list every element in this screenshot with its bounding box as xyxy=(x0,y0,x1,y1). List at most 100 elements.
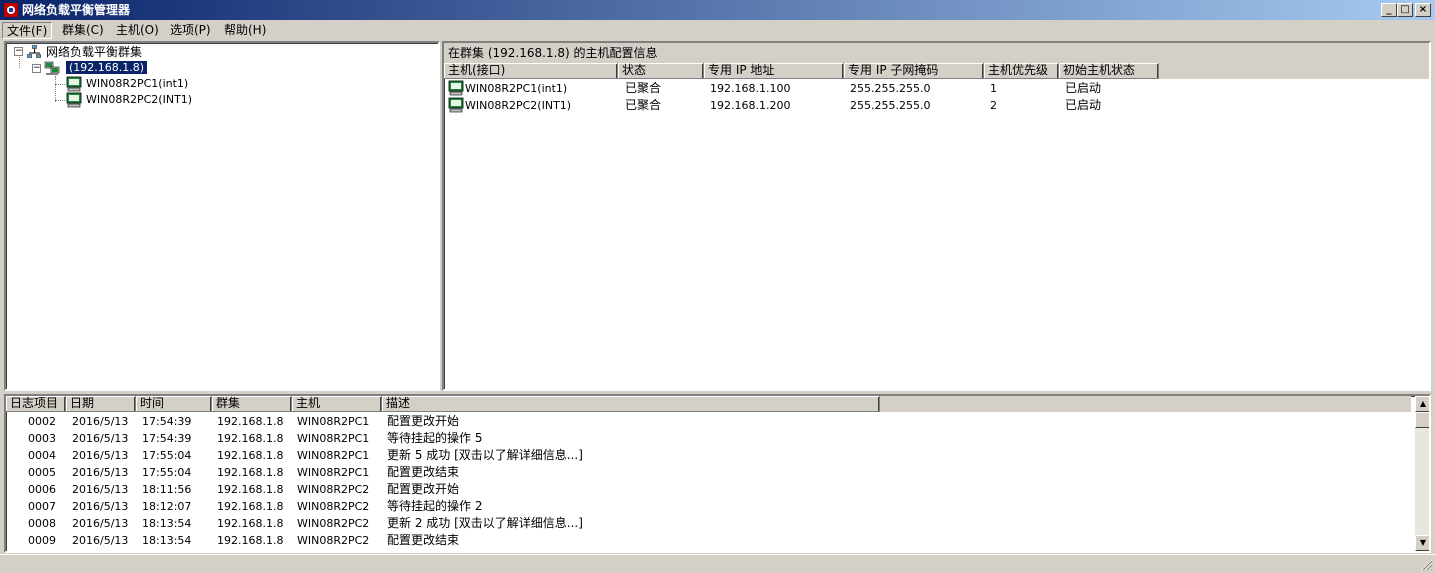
log-cluster: 192.168.1.8 xyxy=(217,517,284,530)
log-host: WIN08R2PC1 xyxy=(297,466,370,479)
title-bar[interactable]: 网络负载平衡管理器 _ □ × xyxy=(0,0,1435,20)
col-host[interactable]: 主机 xyxy=(292,396,382,412)
log-date: 2016/5/13 xyxy=(72,483,129,496)
host-status: 已聚合 xyxy=(625,81,662,95)
log-description: 配置更改开始 xyxy=(387,414,460,428)
log-entry-id: 0002 xyxy=(28,415,56,428)
menu-help[interactable]: 帮助(H) xyxy=(220,22,270,39)
log-entry-id: 0003 xyxy=(28,432,56,445)
log-host: WIN08R2PC2 xyxy=(297,534,370,547)
host-computer-icon xyxy=(66,76,82,92)
host-computer-icon xyxy=(448,97,464,113)
host-row[interactable]: WIN08R2PC1(int1) 已聚合 192.168.1.100 255.2… xyxy=(444,80,1429,97)
col-cluster[interactable]: 群集 xyxy=(212,396,292,412)
menu-host[interactable]: 主机(O) xyxy=(112,22,163,39)
log-row[interactable]: 0005 2016/5/13 17:55:04 192.168.1.8 WIN08R2P… xyxy=(6,464,1411,481)
host-initial-state: 已启动 xyxy=(1065,81,1102,95)
log-host: WIN08R2PC1 xyxy=(297,432,370,445)
log-row[interactable]: 0004 2016/5/13 17:55:04 192.168.1.8 WIN08R2P… xyxy=(6,447,1411,464)
log-cluster: 192.168.1.8 xyxy=(217,415,284,428)
log-description: 配置更改结束 xyxy=(387,533,460,547)
tree-host-2-label[interactable]: WIN08R2PC2(INT1) xyxy=(86,92,192,108)
tree-collapse-cluster-icon[interactable]: − xyxy=(32,64,41,73)
maximize-button[interactable]: □ xyxy=(1397,3,1413,17)
cluster-icon xyxy=(44,61,60,75)
col-time[interactable]: 时间 xyxy=(136,396,212,412)
host-computer-icon xyxy=(448,80,464,96)
host-dedicated-ip: 192.168.1.200 xyxy=(710,99,791,112)
log-date: 2016/5/13 xyxy=(72,500,129,513)
log-time: 18:13:54 xyxy=(142,517,192,530)
log-description: 配置更改结束 xyxy=(387,465,460,479)
log-row[interactable]: 0003 2016/5/13 17:54:39 192.168.1.8 WIN08R2P… xyxy=(6,430,1411,447)
log-cluster: 192.168.1.8 xyxy=(217,483,284,496)
minimize-button[interactable]: _ xyxy=(1381,3,1397,17)
log-list-header: 日志项目 日期 时间 群集 主机 描述 xyxy=(6,396,1411,412)
col-status[interactable]: 状态 xyxy=(618,63,704,79)
log-row[interactable]: 0007 2016/5/13 18:12:07 192.168.1.8 WIN08R2P… xyxy=(6,498,1411,515)
log-entry-id: 0006 xyxy=(28,483,56,496)
log-entry-id: 0007 xyxy=(28,500,56,513)
log-time: 18:11:56 xyxy=(142,483,192,496)
log-date: 2016/5/13 xyxy=(72,449,129,462)
scroll-down-button[interactable]: ▼ xyxy=(1415,535,1429,551)
menu-file[interactable]: 文件(F) xyxy=(2,22,53,39)
log-host: WIN08R2PC1 xyxy=(297,415,370,428)
log-entry-id: 0008 xyxy=(28,517,56,530)
close-button[interactable]: × xyxy=(1415,3,1431,17)
log-description: 等待挂起的操作 5 xyxy=(387,431,483,445)
tree-cluster-label: (192.168.1.8) xyxy=(64,60,149,75)
app-icon xyxy=(4,3,18,17)
col-host-interface[interactable]: 主机(接口) xyxy=(444,63,618,79)
menu-cluster[interactable]: 群集(C) xyxy=(58,22,108,39)
log-cluster: 192.168.1.8 xyxy=(217,500,284,513)
col-description[interactable]: 描述 xyxy=(382,396,880,412)
log-row[interactable]: 0009 2016/5/13 18:13:54 192.168.1.8 WIN08R2P… xyxy=(6,532,1411,549)
tree-connector xyxy=(19,57,20,68)
col-date[interactable]: 日期 xyxy=(66,396,136,412)
host-priority: 1 xyxy=(990,82,997,95)
log-description: 更新 5 成功 [双击以了解详细信息...] xyxy=(387,448,583,462)
scroll-thumb[interactable] xyxy=(1415,412,1429,428)
col-log-entry[interactable]: 日志项目 xyxy=(6,396,66,412)
log-date: 2016/5/13 xyxy=(72,432,129,445)
col-dedicated-ip[interactable]: 专用 IP 地址 xyxy=(704,63,844,79)
host-list-header: 主机(接口) 状态 专用 IP 地址 专用 IP 子网掩码 主机优先级 初始主机… xyxy=(444,63,1429,79)
host-computer-icon xyxy=(66,92,82,108)
log-row[interactable]: 0002 2016/5/13 17:54:39 192.168.1.8 WIN08R2P… xyxy=(6,413,1411,430)
host-dedicated-ip: 192.168.1.100 xyxy=(710,82,791,95)
tree-connector xyxy=(55,100,65,101)
log-time: 17:54:39 xyxy=(142,415,192,428)
log-host: WIN08R2PC1 xyxy=(297,449,370,462)
col-initial-state[interactable]: 初始主机状态 xyxy=(1059,63,1159,79)
resize-grip-icon[interactable] xyxy=(1421,559,1433,571)
scroll-up-button[interactable]: ▲ xyxy=(1415,396,1429,412)
cluster-tree-pane: − 网络负载平衡群集 − (192.168.1.8) WIN08R2PC1(in… xyxy=(4,41,440,391)
host-name: WIN08R2PC2(INT1) xyxy=(465,99,572,112)
status-bar xyxy=(0,554,1435,573)
tree-root-label[interactable]: 网络负载平衡群集 xyxy=(46,44,142,60)
log-host: WIN08R2PC2 xyxy=(297,483,370,496)
col-subnet-mask[interactable]: 专用 IP 子网掩码 xyxy=(844,63,984,79)
log-entry-id: 0004 xyxy=(28,449,56,462)
log-time: 18:12:07 xyxy=(142,500,192,513)
log-row[interactable]: 0008 2016/5/13 18:13:54 192.168.1.8 WIN08R2P… xyxy=(6,515,1411,532)
log-entry-id: 0009 xyxy=(28,534,56,547)
host-row[interactable]: WIN08R2PC2(INT1) 已聚合 192.168.1.200 255.2… xyxy=(444,97,1429,114)
log-time: 18:13:54 xyxy=(142,534,192,547)
menu-options[interactable]: 选项(P) xyxy=(166,22,215,39)
log-cluster: 192.168.1.8 xyxy=(217,432,284,445)
log-row[interactable]: 0006 2016/5/13 18:11:56 192.168.1.8 WIN08R2P… xyxy=(6,481,1411,498)
log-scrollbar[interactable]: ▲ ▼ xyxy=(1415,396,1429,551)
col-host-priority[interactable]: 主机优先级 xyxy=(984,63,1059,79)
tree-collapse-root-icon[interactable]: − xyxy=(14,47,23,56)
host-status: 已聚合 xyxy=(625,98,662,112)
log-cluster: 192.168.1.8 xyxy=(217,534,284,547)
tree-host-1-label[interactable]: WIN08R2PC1(int1) xyxy=(86,76,188,92)
log-description: 更新 2 成功 [双击以了解详细信息...] xyxy=(387,516,583,530)
tree-connector xyxy=(55,76,56,102)
host-subnet-mask: 255.255.255.0 xyxy=(850,82,931,95)
tree-cluster-node[interactable]: (192.168.1.8) xyxy=(64,60,149,76)
log-time: 17:55:04 xyxy=(142,466,192,479)
menu-bar: 文件(F) 群集(C) 主机(O) 选项(P) 帮助(H) xyxy=(0,20,1435,40)
